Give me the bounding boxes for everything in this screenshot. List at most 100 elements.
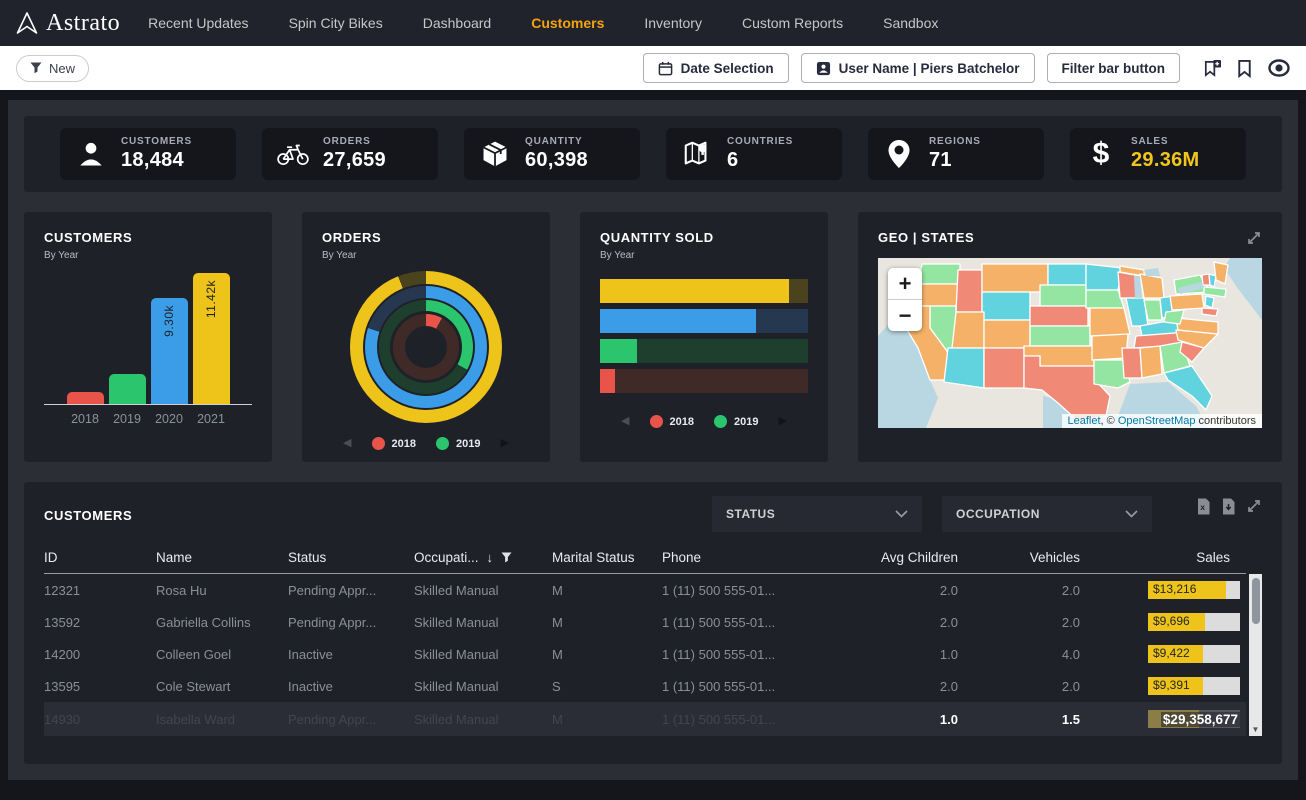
legend-prev-icon[interactable]: ◀: [343, 438, 351, 449]
table-row[interactable]: 13592 Gabriella Collins Pending Appr... …: [44, 606, 1246, 638]
totals-sales: $29,358,677: [1090, 710, 1240, 728]
new-filter-button[interactable]: New: [16, 55, 89, 82]
leaflet-map[interactable]: + − Leaflet, © OpenStreetMap contributor…: [878, 258, 1262, 428]
user-name-label: User Name | Piers Batchelor: [839, 61, 1020, 76]
nav-item-customers[interactable]: Customers: [531, 15, 604, 31]
nav-item-spin-city-bikes[interactable]: Spin City Bikes: [289, 15, 383, 31]
totals-avg-children: 1.0: [830, 712, 968, 727]
hbar-2019[interactable]: [600, 339, 808, 363]
sort-desc-icon[interactable]: ↓: [487, 550, 494, 565]
date-selection-button[interactable]: Date Selection: [643, 53, 789, 83]
kpi-quantity: QUANTITY 60,398: [464, 128, 640, 180]
user-badge-icon: [816, 61, 831, 76]
bar-chart: 9.30k 11.42k: [44, 273, 252, 405]
legend-item-2018[interactable]: 2018: [372, 437, 416, 450]
nav-item-recent-updates[interactable]: Recent Updates: [148, 15, 248, 31]
legend-label: 2018: [670, 416, 694, 428]
col-header-name[interactable]: Name: [156, 550, 288, 565]
col-header-marital-status[interactable]: Marital Status: [552, 550, 662, 565]
scrollbar-down-arrow[interactable]: ▼: [1249, 725, 1262, 734]
occupation-filter-select[interactable]: OCCUPATION: [942, 496, 1152, 532]
hbar-2021[interactable]: [600, 279, 808, 303]
x-tick: 2018: [67, 412, 104, 426]
nav-item-custom-reports[interactable]: Custom Reports: [742, 15, 843, 31]
filter-bar-label: Filter bar button: [1062, 61, 1166, 76]
col-header-occupation[interactable]: Occupati... ↓: [414, 550, 552, 565]
table-row[interactable]: 13595 Cole Stewart Inactive Skilled Manu…: [44, 670, 1246, 702]
kpi-customers: CUSTOMERS 18,484: [60, 128, 236, 180]
app-name: Astrato: [46, 10, 120, 37]
zoom-out-button[interactable]: −: [888, 300, 922, 331]
legend-dot: [372, 437, 385, 450]
totals-vehicles: 1.5: [968, 712, 1090, 727]
table-row[interactable]: 14200 Colleen Goel Inactive Skilled Manu…: [44, 638, 1246, 670]
table-title: CUSTOMERS: [44, 508, 132, 523]
col-header-status[interactable]: Status: [288, 550, 414, 565]
legend-next-icon[interactable]: ▶: [778, 416, 786, 427]
app-logo[interactable]: Astrato: [16, 10, 120, 37]
status-filter-select[interactable]: STATUS: [712, 496, 922, 532]
map-icon: [680, 139, 714, 169]
column-funnel-icon[interactable]: [501, 552, 512, 563]
table-row[interactable]: 12321 Rosa Hu Pending Appr... Skilled Ma…: [44, 574, 1246, 606]
hbar-2018[interactable]: [600, 369, 808, 393]
kpi-label: QUANTITY: [525, 136, 588, 147]
legend-item-2019[interactable]: 2019: [714, 415, 758, 428]
orders-chart-panel: ORDERS By Year ◀ 2018 20: [302, 212, 550, 462]
expand-icon[interactable]: [1246, 230, 1262, 246]
dashboard-content: CUSTOMERS 18,484 ORDERS 27,659 QUANTITY …: [8, 100, 1298, 780]
kpi-value: 18,484: [121, 149, 192, 172]
chart-title: QUANTITY SOLD: [600, 230, 808, 245]
bar-value-label: 9.30k: [162, 305, 176, 337]
filter-bar-button[interactable]: Filter bar button: [1047, 53, 1181, 83]
hbar-2020[interactable]: [600, 309, 808, 333]
nav-item-inventory[interactable]: Inventory: [644, 15, 702, 31]
export-excel-icon[interactable]: x: [1196, 498, 1211, 515]
bookmark-icon[interactable]: [1236, 59, 1253, 78]
calendar-icon: [658, 61, 673, 76]
col-header-id[interactable]: ID: [44, 550, 156, 565]
sales-bar: $13,216: [1148, 581, 1240, 599]
chevron-down-icon: [1125, 510, 1138, 518]
osm-link[interactable]: OpenStreetMap: [1118, 415, 1196, 427]
select-label: OCCUPATION: [956, 507, 1040, 521]
kpi-countries: COUNTRIES 6: [666, 128, 842, 180]
kpi-value: 6: [727, 149, 793, 172]
export-file-icon[interactable]: [1221, 498, 1236, 515]
zoom-in-button[interactable]: +: [888, 268, 922, 299]
customers-table: ID Name Status Occupati... ↓ Marital Sta…: [44, 542, 1262, 736]
user-name-button[interactable]: User Name | Piers Batchelor: [801, 53, 1035, 83]
map-zoom-control: + −: [888, 268, 922, 331]
bookmark-add-icon[interactable]: [1202, 59, 1221, 78]
quantity-chart-panel: QUANTITY SOLD By Year ◀ 2018 2019 ▶: [580, 212, 828, 462]
col-header-avg-children[interactable]: Avg Children: [830, 550, 968, 565]
dollar-icon: $: [1084, 139, 1118, 169]
chart-subtitle: By Year: [322, 250, 530, 261]
nav-item-dashboard[interactable]: Dashboard: [423, 15, 492, 31]
x-tick: 2020: [151, 412, 188, 426]
table-header-row: ID Name Status Occupati... ↓ Marital Sta…: [44, 542, 1246, 574]
eye-icon[interactable]: [1268, 59, 1290, 77]
hbar-chart: [600, 279, 808, 393]
expand-icon[interactable]: [1246, 498, 1262, 515]
bar-2021[interactable]: 11.42k: [193, 273, 230, 404]
table-scrollbar[interactable]: ▼: [1249, 574, 1262, 736]
astrato-logo-icon: [16, 11, 38, 35]
bar-2018[interactable]: [67, 392, 104, 404]
scrollbar-thumb[interactable]: [1252, 578, 1260, 624]
col-header-vehicles[interactable]: Vehicles: [968, 550, 1090, 565]
legend-item-2018[interactable]: 2018: [650, 415, 694, 428]
sales-bar: $9,422: [1148, 645, 1240, 663]
legend-prev-icon[interactable]: ◀: [621, 416, 629, 427]
legend-item-2019[interactable]: 2019: [436, 437, 480, 450]
nav-item-sandbox[interactable]: Sandbox: [883, 15, 938, 31]
col-header-sales[interactable]: Sales: [1090, 550, 1240, 565]
col-header-phone[interactable]: Phone: [662, 550, 830, 565]
bar-2019[interactable]: [109, 374, 146, 404]
bar-2020[interactable]: 9.30k: [151, 298, 188, 404]
kpi-label: ORDERS: [323, 136, 386, 147]
kpi-label: COUNTRIES: [727, 136, 793, 147]
legend-next-icon[interactable]: ▶: [500, 438, 508, 449]
kpi-regions: REGIONS 71: [868, 128, 1044, 180]
leaflet-link[interactable]: Leaflet: [1068, 415, 1101, 427]
